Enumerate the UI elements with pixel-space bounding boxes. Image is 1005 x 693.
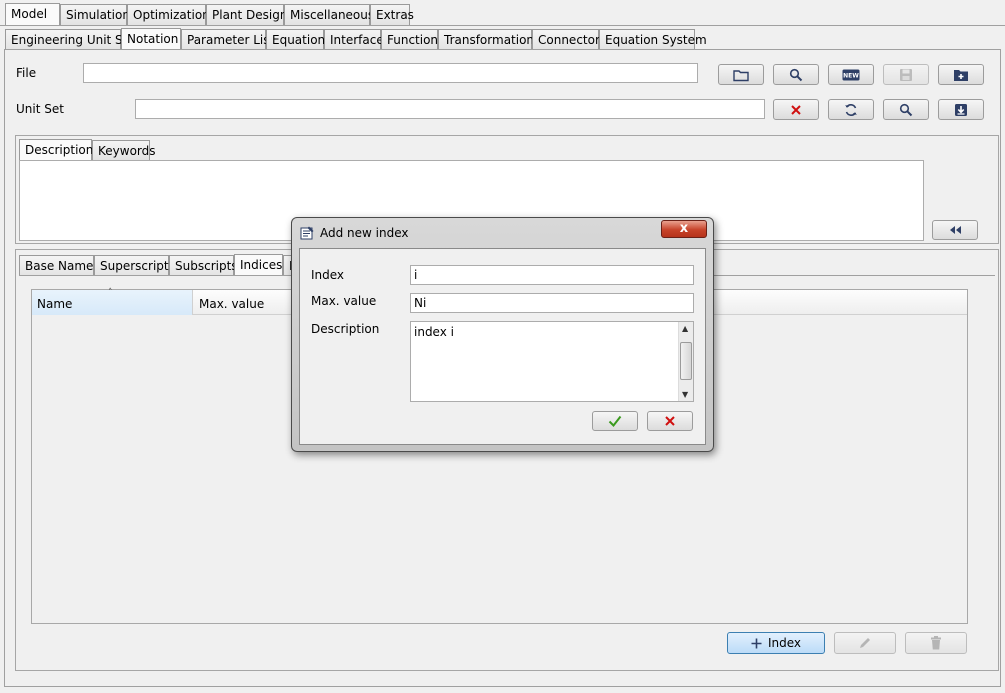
unit-set-field[interactable] (135, 99, 765, 119)
search-icon (899, 103, 913, 116)
delete-index-button[interactable] (905, 632, 967, 654)
max-value-input[interactable]: Ni (410, 293, 694, 313)
description-scrollbar[interactable]: ▲ ▼ (678, 322, 693, 401)
tab-keywords[interactable]: Keywords (92, 140, 156, 160)
sort-ascending-icon: ˄ (108, 288, 113, 298)
sub-tab-equation[interactable]: Equation (266, 29, 325, 50)
sub-tab-connector[interactable]: Connector (532, 29, 600, 50)
new-icon: NEW (842, 69, 860, 80)
sub-tab-interface[interactable]: Interface (324, 29, 384, 50)
sub-tab-divider (4, 49, 1001, 50)
dialog-body: Index i Max. value Ni Description index … (299, 248, 706, 445)
save-file-button[interactable] (883, 64, 929, 85)
sub-tab-transformation[interactable]: Transformation (438, 29, 534, 50)
plus-icon (751, 638, 762, 648)
search-file-button[interactable] (773, 64, 819, 85)
content-frame-bottom (4, 686, 1001, 687)
dialog-cancel-button[interactable] (647, 411, 693, 431)
search-icon (789, 68, 803, 81)
x-icon (791, 104, 801, 115)
import-icon (955, 103, 967, 116)
edit-index-button[interactable] (834, 632, 896, 654)
content-frame-left (4, 49, 5, 687)
trash-icon (931, 636, 941, 650)
add-file-button[interactable] (938, 64, 984, 85)
close-icon: x (679, 221, 689, 236)
open-file-button[interactable] (718, 64, 764, 85)
import-unit-set-button[interactable] (938, 99, 984, 120)
folder-icon (733, 69, 749, 81)
scroll-down-icon: ▼ (682, 390, 689, 399)
pencil-icon (860, 638, 870, 648)
column-header-name-label: Name (37, 297, 73, 311)
add-index-label: Index (767, 636, 802, 650)
main-tab-extras[interactable]: Extras (370, 4, 414, 25)
dialog-ok-button[interactable] (592, 411, 638, 431)
tab-description[interactable]: Description (19, 139, 93, 160)
dialog-close-button[interactable]: x (661, 220, 707, 238)
add-file-icon (954, 69, 968, 81)
file-field[interactable] (83, 63, 698, 83)
tab-base-names[interactable]: Base Names (19, 255, 100, 276)
max-value-label: Max. value (311, 294, 377, 308)
tab-indices[interactable]: Indices (234, 254, 283, 276)
check-icon (608, 415, 622, 427)
main-tab-model[interactable]: Model (5, 3, 60, 25)
unit-set-label: Unit Set (16, 102, 64, 116)
sub-tab-equation-system[interactable]: Equation System (599, 29, 707, 50)
scroll-up-icon: ▲ (682, 324, 689, 333)
rewind-icon (950, 226, 961, 234)
content-frame-right (1000, 49, 1001, 687)
description-input[interactable]: index i ▲ ▼ (410, 321, 694, 402)
refresh-icon (845, 103, 857, 116)
main-tab-plant-design[interactable]: Plant Design (206, 4, 287, 25)
dialog-title: Add new index (320, 226, 409, 240)
dialog-app-icon (300, 226, 314, 240)
add-index-dialog: Add new index x Index i Max. value Ni De… (291, 217, 714, 452)
file-label: File (16, 66, 37, 80)
column-header-max-value-label: Max. value (199, 297, 265, 311)
x-icon (665, 416, 675, 426)
new-file-button[interactable]: NEW (828, 64, 874, 85)
search-unit-set-button[interactable] (883, 99, 929, 120)
sub-tab-engineering-unit-set[interactable]: Engineering Unit Set (5, 29, 135, 50)
tab-superscripts[interactable]: Superscripts (94, 255, 175, 276)
main-tab-miscellaneous[interactable]: Miscellaneous (284, 4, 374, 25)
sub-tab-notation[interactable]: Notation (121, 28, 181, 50)
main-tab-optimization[interactable]: Optimization (127, 4, 210, 25)
main-tab-divider (0, 25, 1005, 26)
add-index-button[interactable]: Index (727, 632, 825, 654)
remove-unit-set-button[interactable] (773, 99, 819, 120)
scrollbar-thumb[interactable] (680, 342, 692, 380)
sub-tab-parameter-list[interactable]: Parameter List (181, 29, 274, 50)
index-label: Index (311, 268, 345, 282)
main-tab-simulation[interactable]: Simulation (60, 4, 130, 25)
index-input[interactable]: i (410, 265, 694, 285)
description-label: Description (311, 322, 380, 336)
sub-tab-function[interactable]: Function (381, 29, 438, 50)
svg-text:NEW: NEW (843, 72, 859, 79)
column-header-name[interactable]: ˄ Name (32, 288, 193, 315)
save-icon (900, 68, 912, 81)
collapse-description-button[interactable] (932, 220, 978, 240)
tab-subscripts[interactable]: Subscripts (169, 255, 238, 276)
refresh-unit-set-button[interactable] (828, 99, 874, 120)
